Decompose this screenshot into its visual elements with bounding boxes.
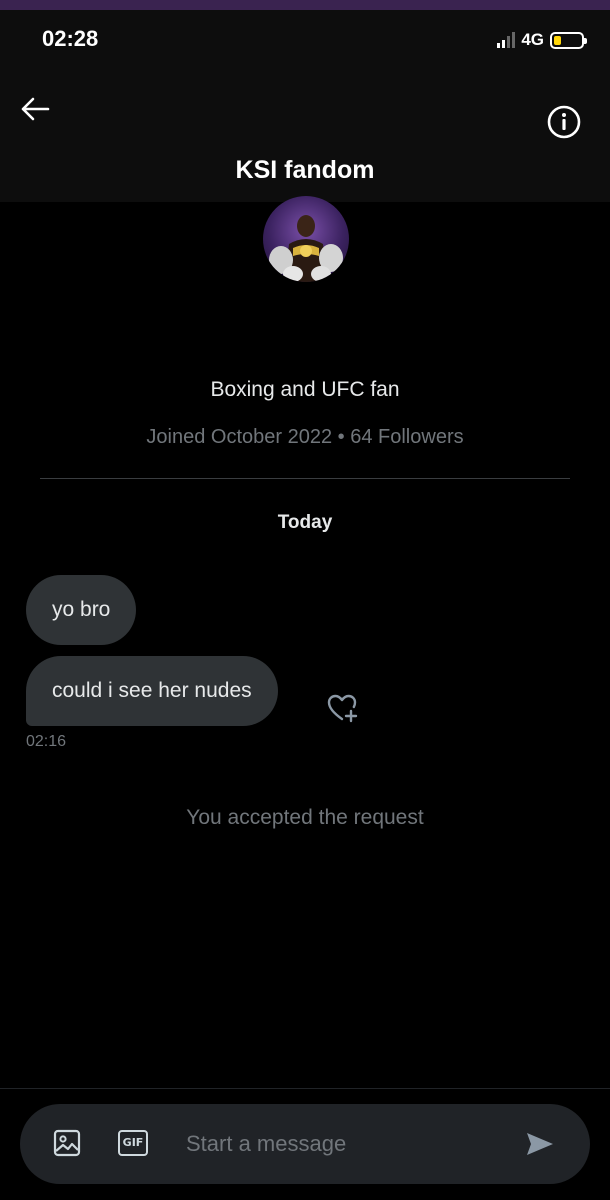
heart-add-icon (327, 694, 358, 723)
avatar-image (269, 215, 343, 282)
profile-divider (40, 478, 570, 479)
profile-meta: Joined October 2022 • 64 Followers (0, 426, 610, 449)
conversation-info-button[interactable] (546, 104, 582, 140)
message-input[interactable] (186, 1124, 506, 1164)
send-button[interactable] (524, 1128, 556, 1160)
add-reaction-button[interactable] (326, 692, 360, 724)
profile-avatar[interactable] (263, 196, 349, 282)
signal-icon (497, 32, 516, 48)
request-accepted-note: You accepted the request (186, 806, 424, 829)
message-timestamp: 02:16 (26, 733, 67, 750)
status-indicators: 4G (497, 30, 587, 50)
image-icon (53, 1129, 81, 1157)
composer-divider (0, 1088, 610, 1089)
network-type: 4G (521, 30, 544, 49)
status-time: 02:28 (42, 26, 99, 51)
info-icon (547, 105, 581, 139)
battery-level (554, 35, 561, 45)
profile-followers[interactable]: 64 Followers (350, 426, 463, 448)
add-image-button[interactable] (52, 1128, 82, 1158)
send-icon (527, 1133, 553, 1155)
profile-bio: Boxing and UFC fan (210, 378, 400, 401)
message-bubble[interactable]: could i see her nudes (26, 656, 278, 726)
conversation-title: KSI fandom (235, 156, 375, 184)
day-separator: Today (277, 512, 333, 533)
profile-joined: Joined October 2022 (146, 426, 333, 448)
back-button[interactable] (18, 92, 52, 126)
top-color-strip (0, 0, 610, 10)
message-bubble[interactable]: yo bro (26, 575, 137, 645)
meta-separator: • (337, 426, 345, 448)
arrow-left-icon (21, 97, 50, 121)
add-gif-button[interactable]: GIF (118, 1130, 148, 1156)
battery-icon (550, 31, 587, 49)
